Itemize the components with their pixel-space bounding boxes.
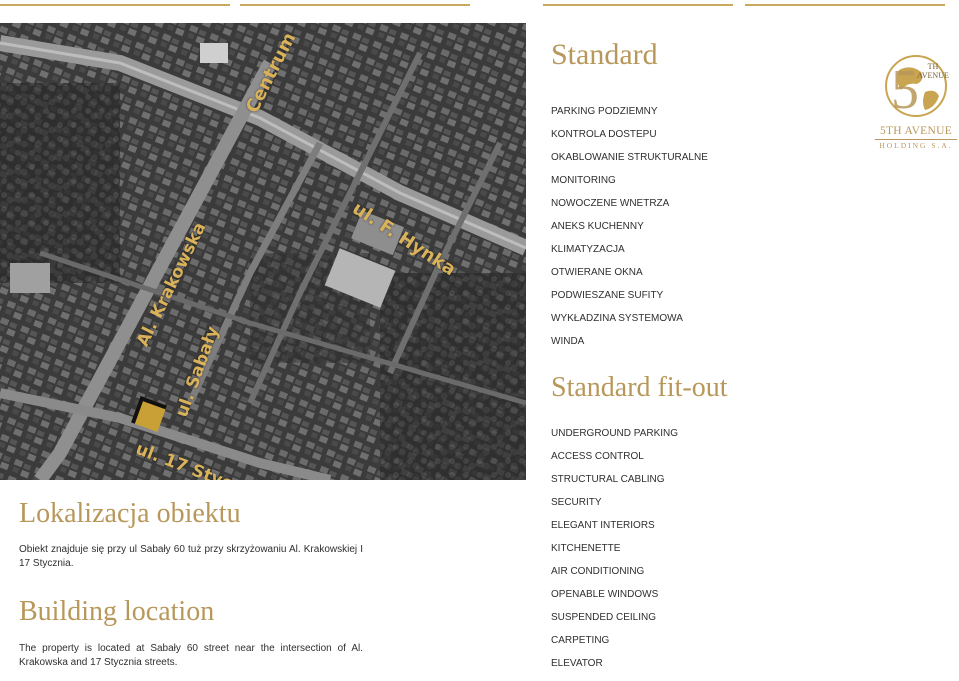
company-logo: 5 TH AVENUE 5TH AVENUE HOLDING S.A. [873, 50, 959, 154]
list-item: ACCESS CONTROL [551, 451, 644, 462]
logo-name: 5TH AVENUE [879, 125, 953, 137]
top-rule [745, 4, 945, 6]
list-item: ELEVATOR [551, 658, 603, 669]
list-item: WINDA [551, 336, 585, 347]
list-item: OTWIERANE OKNA [551, 267, 643, 278]
list-item: PARKING PODZIEMNY [551, 106, 658, 117]
list-item: KONTROLA DOSTEPU [551, 129, 657, 140]
top-rule [240, 4, 470, 6]
logo-divider [875, 139, 957, 140]
list-item: CARPETING [551, 635, 610, 646]
list-item: STRUCTURAL CABLING [551, 474, 665, 485]
list-item: SUSPENDED CEILING [551, 612, 657, 623]
top-rule [543, 4, 733, 6]
location-description-en: The property is located at Sabały 60 str… [19, 643, 363, 668]
list-item: MONITORING [551, 175, 616, 186]
list-item: OKABLOWANIE STRUKTURALNE [551, 152, 708, 163]
list-item: OPENABLE WINDOWS [551, 589, 659, 600]
list-item: WYKŁADZINA SYSTEMOWA [551, 313, 683, 324]
fitout-list: UNDERGROUND PARKING ACCESS CONTROL STRUC… [551, 428, 678, 681]
location-title-pl: Lokalizacja obiektu [19, 498, 241, 529]
list-item: PODWIESZANE SUFITY [551, 290, 664, 301]
globe-five-icon: 5 [885, 55, 947, 121]
list-item: UNDERGROUND PARKING [551, 428, 679, 439]
fitout-title: Standard fit-out [551, 372, 728, 403]
list-item: AIR CONDITIONING [551, 566, 645, 577]
list-item: ANEKS KUCHENNY [551, 221, 644, 232]
top-rule [0, 4, 230, 6]
list-item: KITCHENETTE [551, 543, 621, 554]
list-item: SECURITY [551, 497, 602, 508]
location-description-pl: Obiekt znajduje się przy ul Sabały 60 tu… [19, 544, 363, 569]
list-item: ELEGANT INTERIORS [551, 520, 655, 531]
location-title-en: Building location [19, 596, 215, 627]
standard-title: Standard [551, 38, 658, 71]
aerial-map: Centrum ul. F. Hynka Al. Krakowska ul. S… [0, 23, 526, 480]
logo-badge: TH AVENUE [917, 62, 949, 80]
svg-text:5: 5 [891, 59, 919, 121]
list-item: KLIMATYZACJA [551, 244, 625, 255]
logo-subtitle: HOLDING S.A. [879, 141, 953, 150]
list-item: NOWOCZENE WNETRZA [551, 198, 670, 209]
standard-list: PARKING PODZIEMNY KONTROLA DOSTEPU OKABL… [551, 106, 708, 359]
